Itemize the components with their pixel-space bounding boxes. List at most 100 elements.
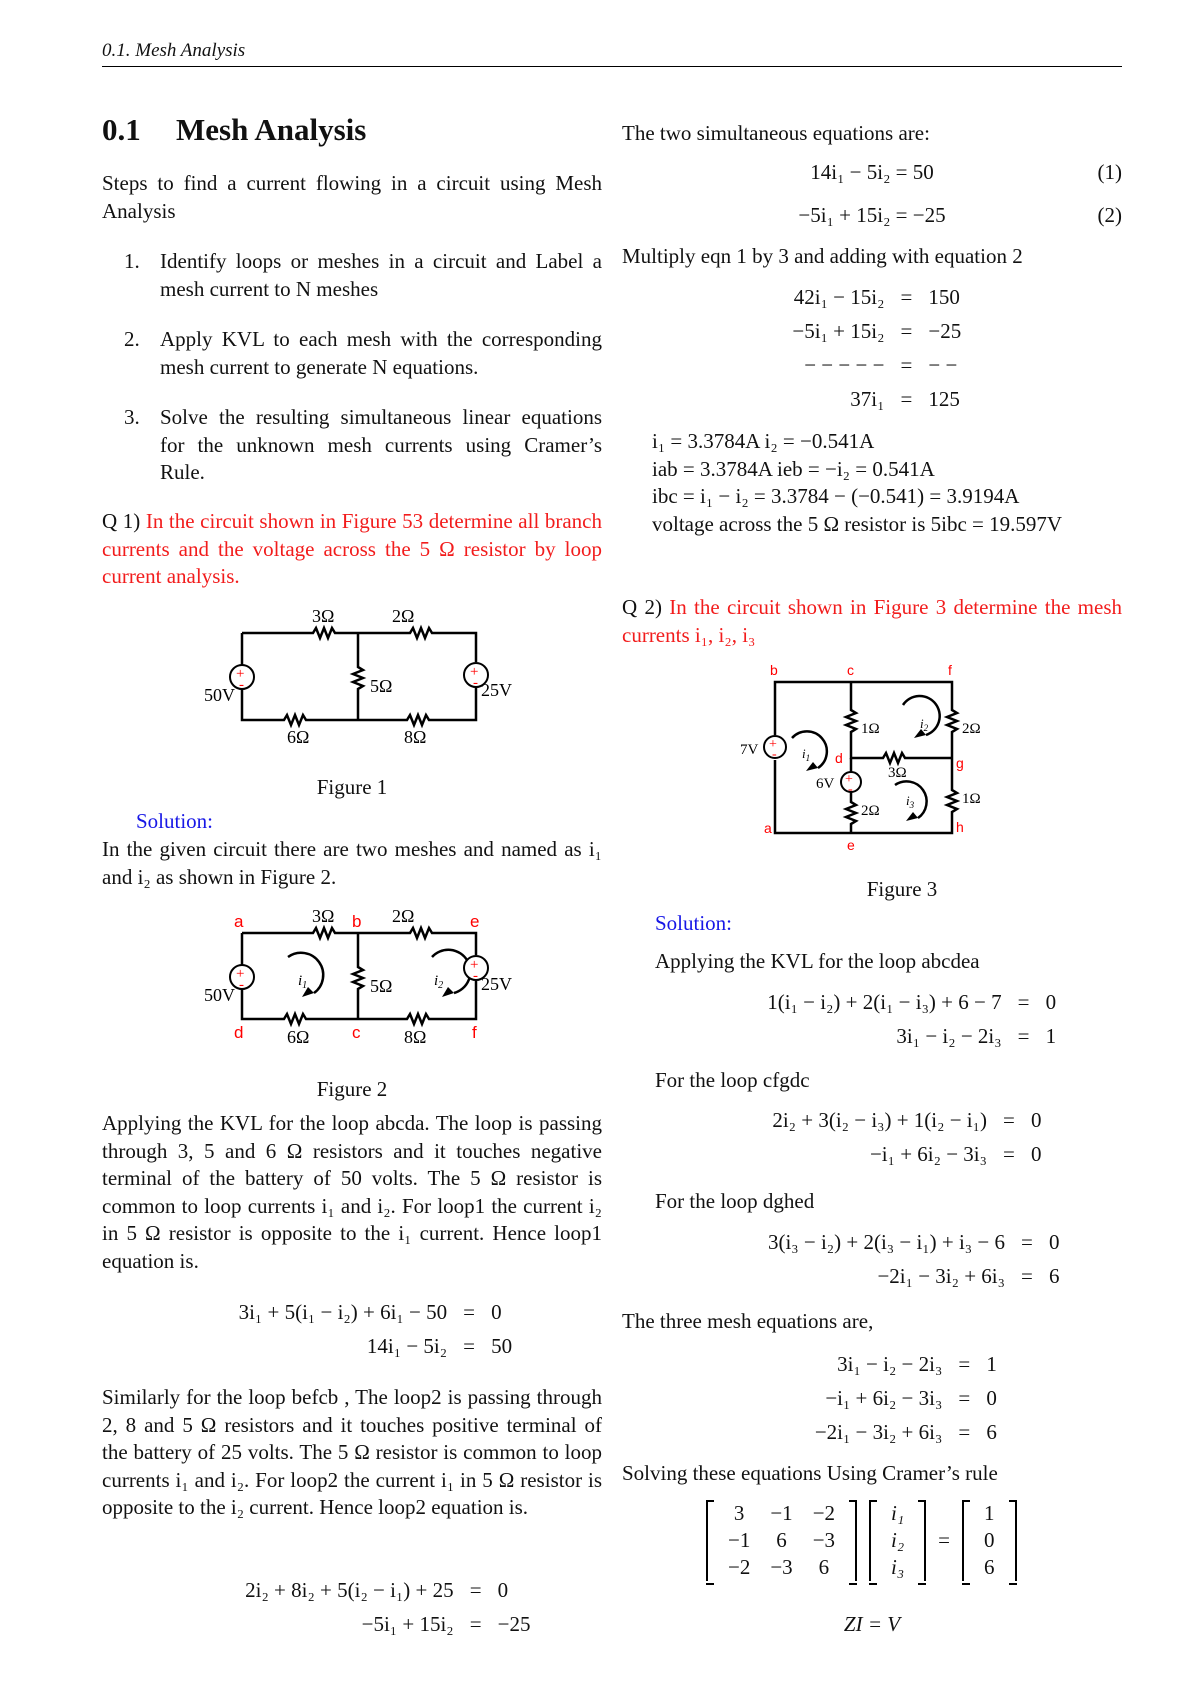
equals-sign: = [1021, 1263, 1033, 1288]
node-label-f: f [472, 1023, 477, 1042]
vector-cell: i₁ [891, 1501, 905, 1525]
step-item: 2. Apply KVL to each mesh with the corre… [124, 326, 602, 381]
equation-row: −5i₁ + 15i₂ = −25 [172, 1607, 542, 1641]
matrix-cell: 3 [733, 1501, 745, 1525]
numbered-equation-2: −5i₁ + 15i₂ = −25 (2) [622, 203, 1122, 237]
step-number: 2. [124, 327, 140, 351]
current-vector: i₁ i₂ i₃ [869, 1500, 927, 1585]
equation-lhs: 37i₁ [850, 386, 885, 411]
vector-cell: 1 [984, 1501, 995, 1525]
step-number: 3. [124, 405, 140, 429]
matrix-cell: −2 [728, 1555, 751, 1579]
voltage-label: 7V [740, 742, 759, 758]
equals-sign: = [900, 352, 913, 377]
step-text: Identify loops or meshes in a circuit an… [160, 249, 602, 301]
equation-lhs: 1(i₁ − i₂) + 2(i₁ − i₃) + 6 − 7 [767, 989, 1002, 1014]
equation-lhs: 2i₂ + 3(i₂ − i₃) + 1(i₂ − i₁) [772, 1107, 987, 1132]
equation-rhs: 0 [1045, 989, 1057, 1014]
mesh-current-label-i2: i2 [434, 973, 443, 991]
equation-row: −i₁ + 6i₂ − 3i₃ = 0 [700, 1137, 1045, 1171]
question-2-label: Q 2) [622, 595, 662, 619]
loop-cfgdc-text: For the loop cfgdc [655, 1068, 810, 1092]
resistor-label: 5Ω [370, 676, 392, 696]
vector-cell: 0 [984, 1528, 995, 1552]
loop-abcdea-text: Applying the KVL for the loop abcdea [655, 949, 980, 973]
equation-row: 3(i₃ − i₂) + 2(i₃ − i₁) + i₃ − 6 = 0 [688, 1225, 1063, 1259]
voltage-label: 6V [816, 776, 835, 792]
matrix-cell: −3 [812, 1528, 836, 1552]
equation-lhs: 2i₂ + 8i₂ + 5(i₂ − i₁) + 25 [245, 1577, 454, 1602]
figure-3-circuit: + - + - 1Ω 2Ω 3Ω 2Ω 1Ω 7V 6V b c f d g h… [740, 662, 981, 853]
question-1-text: In the circuit shown in Figure 53 determ… [102, 509, 602, 588]
equation-row: −i₁ + 6i₂ − 3i₃ = 0 [752, 1381, 1002, 1415]
equation-rhs: 125 [928, 386, 960, 411]
equation-lhs: 3i₁ − i₂ − 2i₃ [837, 1351, 943, 1376]
equation-lhs: 42i₁ − 15i₂ [793, 284, 885, 309]
equals-sign: = [469, 1611, 482, 1636]
figure-3-caption: Figure 3 [866, 877, 938, 901]
equals-sign: = [1003, 1107, 1015, 1132]
step-item: 1. Identify loops or meshes in a circuit… [124, 248, 602, 303]
separator-dashes: − − − − − [804, 352, 885, 377]
equation-row: −2i₁ − 3i₂ + 6i₃ = 6 [752, 1415, 1002, 1449]
minus-sign: - [239, 977, 244, 993]
equation-number: (1) [1097, 160, 1123, 184]
voltage-label: 25V [481, 680, 512, 700]
equation-lhs: 3i₁ + 5(i₁ − i₂) + 6i₁ − 50 [238, 1299, 448, 1324]
matrix-cell: −3 [770, 1555, 793, 1579]
equation-rhs: 0 [1048, 1229, 1060, 1254]
equation-rhs: 0 [497, 1577, 509, 1602]
mesh-current-label-i1: i1 [802, 746, 810, 763]
running-head: 0.1. Mesh Analysis [102, 40, 1122, 67]
equation-lhs: 3(i₃ − i₂) + 2(i₃ − i₁) + i₃ − 6 [767, 1229, 1005, 1254]
equation-lhs: −i₁ + 6i₂ − 3i₃ [825, 1385, 943, 1410]
resistor-label: 3Ω [312, 906, 334, 926]
cramer-text: Solving these equations Using Cramer’s r… [622, 1461, 998, 1485]
matrix-equation: 3 −1 −2 −1 6 −3 −2 −3 6 i₁ i₂ i₃ = 1 0 6 [700, 1500, 1023, 1585]
question-2: Q 2) In the circuit shown in Figure 3 de… [622, 594, 1122, 649]
equals-sign: = [958, 1351, 971, 1376]
equation-rhs: 150 [928, 284, 960, 309]
resistor-label: 1Ω [962, 791, 981, 807]
elimination-equations: 42i₁ − 15i₂ = 150 −5i₁ + 15i₂ = −25 − − − − … [740, 280, 980, 416]
equation-lhs: −5i₁ + 15i₂ [361, 1611, 454, 1636]
equation-row: 42i₁ − 15i₂ = 150 [740, 280, 980, 314]
figure-2-caption: Figure 2 [316, 1077, 388, 1101]
equals-sign: = [958, 1385, 971, 1410]
minus-sign: - [239, 677, 244, 693]
step-text: Solve the resulting simultaneous linear … [160, 405, 602, 484]
node-label-c: c [847, 662, 854, 678]
equals-sign: = [900, 318, 913, 343]
loop2-equations: 2i₂ + 8i₂ + 5(i₂ − i₁) + 25 = 0 −5i₁ + 15i… [172, 1573, 542, 1641]
equation-lhs: 14i₁ − 5i₂ [366, 1333, 448, 1358]
equals-sign: = [469, 1577, 482, 1602]
node-label-e: e [847, 837, 855, 853]
equals-sign: = [463, 1333, 475, 1358]
node-label-h: h [956, 819, 964, 835]
node-label-d: d [234, 1023, 243, 1042]
resistor-label: 2Ω [392, 906, 414, 926]
node-label-d: d [835, 750, 843, 766]
mesh-current-label-i3: i3 [906, 793, 915, 810]
result-line: ibc = i₁ − i₂ = 3.3784 − (−0.541) = 3.91… [652, 484, 1020, 508]
node-label-c: c [352, 1023, 361, 1042]
matrix-cell: 6 [818, 1555, 830, 1579]
equals-sign: = [1021, 1229, 1033, 1254]
mesh-current-label-i2: i2 [920, 716, 929, 733]
question-1-label: Q 1) [102, 509, 141, 533]
equation-rhs: 0 [986, 1385, 997, 1410]
separator-dashes: − − [928, 352, 958, 377]
resistor-label: 2Ω [861, 803, 880, 819]
loop1-paragraph: Applying the KVL for the loop abcda. The… [102, 1111, 602, 1273]
loop1-equations: 3i₁ + 5(i₁ − i₂) + 6i₁ − 50 = 0 14i₁ − 5i₂… [160, 1295, 520, 1363]
resistor-label: 8Ω [404, 727, 426, 747]
resistor-label: 6Ω [287, 727, 309, 747]
step-text: Apply KVL to each mesh with the correspo… [160, 327, 602, 379]
equation-lhs: −5i₁ + 15i₂ [792, 318, 885, 343]
loop-dghed-text: For the loop dghed [655, 1189, 815, 1213]
loop-cfgdc-equations: 2i₂ + 3(i₂ − i₃) + 1(i₂ − i₁) = 0 −i₁ + 6i… [700, 1103, 1045, 1171]
minus-sign: - [473, 675, 478, 691]
equation-lhs: −2i₁ − 3i₂ + 6i₃ [814, 1419, 943, 1444]
equation-text: −5i₁ + 15i₂ = −25 [798, 203, 946, 227]
equation-rhs: 0 [1030, 1141, 1042, 1166]
